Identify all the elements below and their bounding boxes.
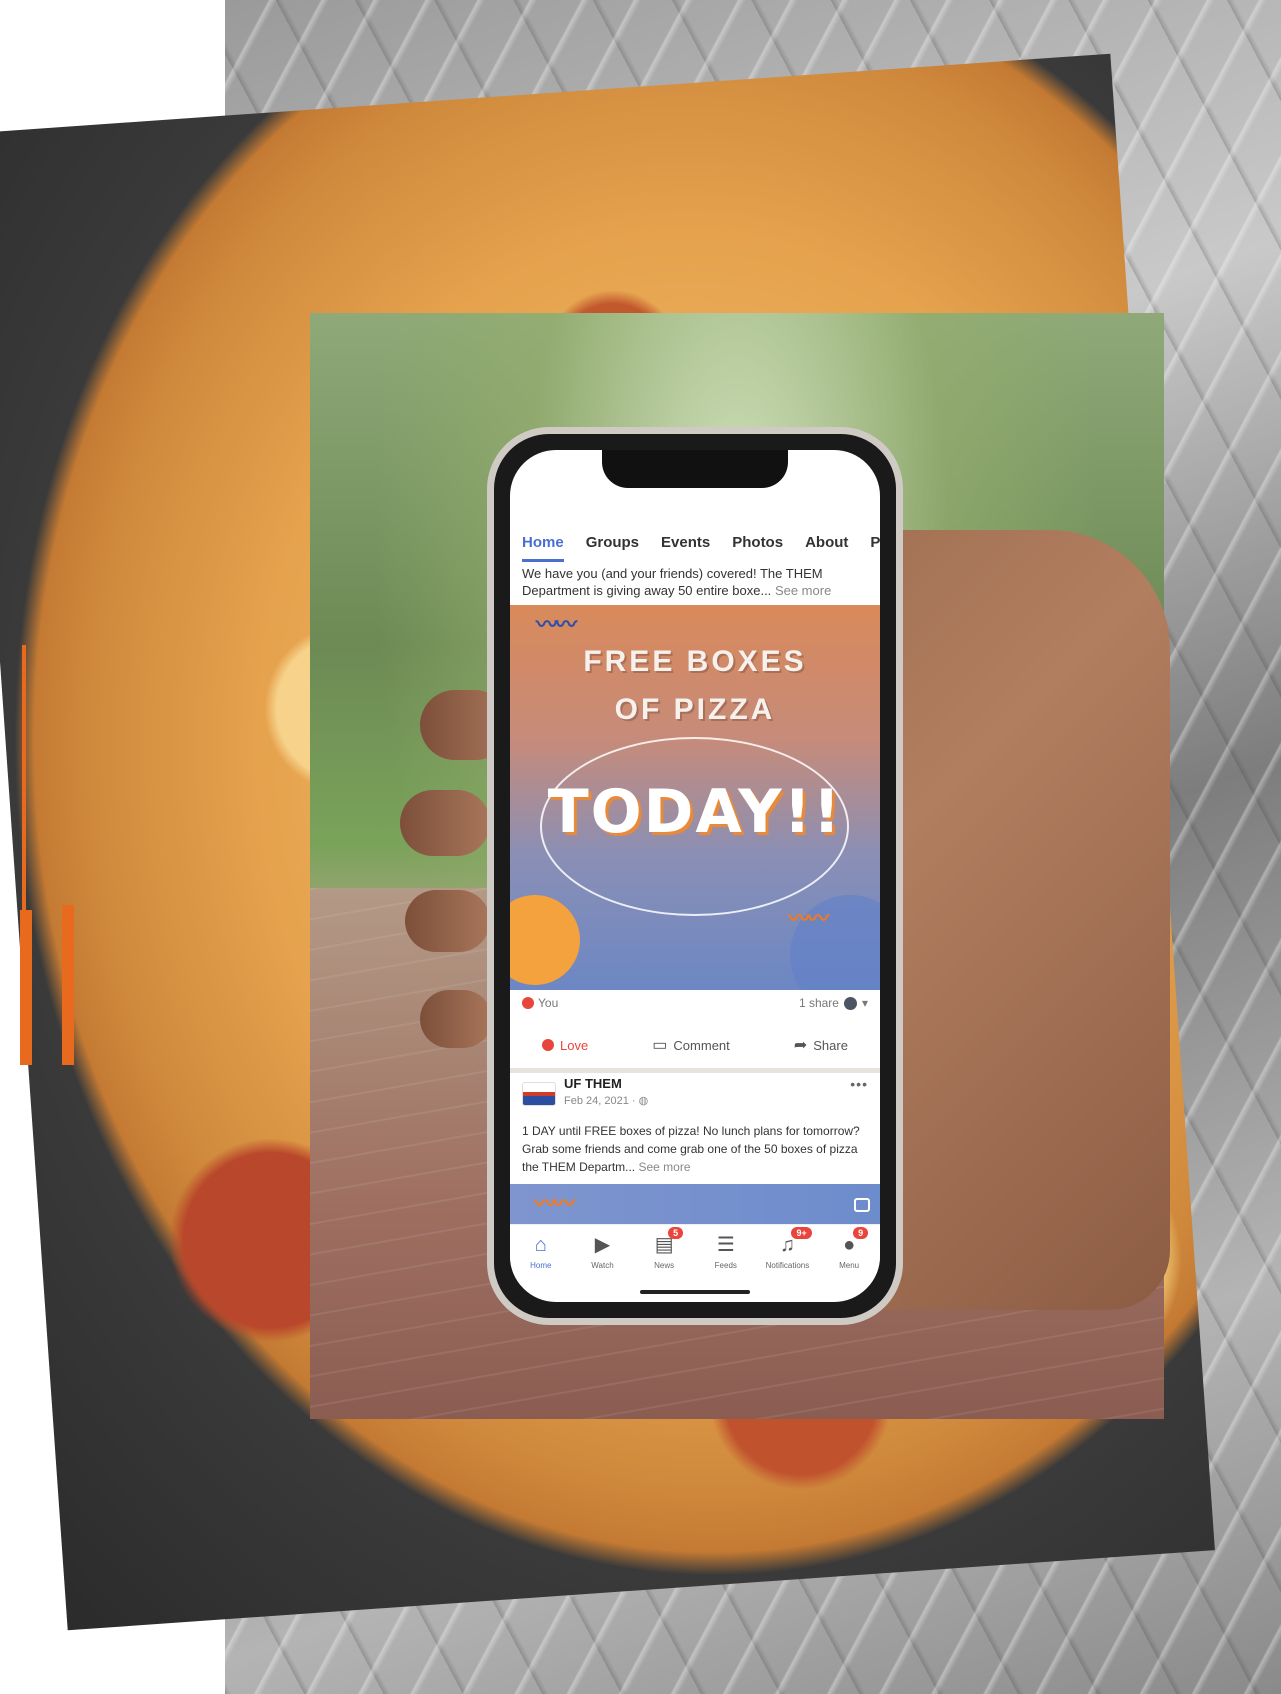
squiggle-decoration: 〰〰	[787, 906, 829, 931]
share-icon: ➦	[793, 1037, 808, 1054]
nav-menu[interactable]: ● 9 Menu	[823, 1225, 875, 1285]
reaction-summary[interactable]: You	[522, 996, 558, 1010]
tab-photos[interactable]: Photos	[732, 534, 783, 562]
nav-label: News	[654, 1261, 675, 1270]
nav-watch[interactable]: ▶ Watch	[576, 1225, 628, 1285]
finger	[405, 890, 490, 952]
globe-icon	[843, 996, 857, 1010]
home-indicator[interactable]	[640, 1290, 750, 1294]
watch-icon: ▶	[594, 1234, 611, 1256]
comment-label: Comment	[673, 1037, 730, 1053]
notification-badge: 9+	[791, 1227, 812, 1239]
post-actions: Love ▭ Comment ➦ Share	[510, 1030, 880, 1073]
nav-news[interactable]: ▤ 5 News	[638, 1225, 690, 1285]
tab-posts[interactable]: Po	[870, 534, 880, 562]
circle-decoration	[510, 895, 580, 985]
globe-icon: ◍	[638, 1095, 649, 1107]
more-options-icon[interactable]: •••	[850, 1076, 868, 1092]
squiggle-decoration: 〰〰	[534, 1191, 575, 1216]
comment-button[interactable]: ▭ Comment	[652, 1030, 729, 1060]
notification-badge: 5	[668, 1227, 684, 1239]
image-today-text: TODAY!!	[547, 777, 843, 847]
tab-about[interactable]: About	[805, 534, 848, 562]
heart-icon	[542, 1039, 555, 1051]
share-count[interactable]: 1 share ▾	[799, 996, 868, 1010]
post-text: 1 DAY until FREE boxes of pizza! No lunc…	[522, 1122, 870, 1176]
notification-badge: 9	[853, 1227, 869, 1239]
reaction-user: You	[538, 996, 559, 1010]
love-button[interactable]: Love	[542, 1030, 588, 1060]
phone-screen: Home Groups Events Photos About Po We ha…	[510, 450, 880, 1302]
page-avatar[interactable]	[522, 1082, 556, 1106]
image-headline-line2: OF PIZZA	[614, 693, 776, 726]
finger	[400, 790, 490, 856]
love-label: Love	[560, 1037, 589, 1053]
smartphone: Home Groups Events Photos About Po We ha…	[487, 427, 903, 1325]
accent-bar-right	[62, 905, 74, 1065]
feeds-icon: ☰	[716, 1234, 735, 1256]
home-icon: ⌂	[534, 1234, 547, 1256]
post-image[interactable]: 〰〰 FREE BOXES OF PIZZA TODAY!! 〰〰	[510, 605, 880, 990]
see-more-link[interactable]: See more	[775, 583, 831, 598]
share-label: Share	[813, 1037, 848, 1053]
post-image[interactable]: 〰〰	[510, 1184, 880, 1224]
accent-bar-left	[20, 910, 32, 1065]
post-date: Feb 24, 2021 · ◍	[564, 1094, 648, 1107]
post-date-text: Feb 24, 2021 ·	[564, 1095, 639, 1107]
finger	[420, 990, 492, 1048]
nav-label: Menu	[839, 1261, 860, 1270]
share-count-label: 1 share	[798, 996, 839, 1010]
post-header: UF THEM Feb 24, 2021 · ◍ •••	[522, 1076, 868, 1116]
image-headline-line1: FREE BOXES	[583, 645, 807, 678]
reactions-bar: You 1 share ▾	[522, 996, 868, 1018]
nav-feeds[interactable]: ☰ Feeds	[700, 1225, 752, 1285]
page-tabs: Home Groups Events Photos About Po	[522, 534, 880, 562]
tab-groups[interactable]: Groups	[586, 534, 639, 562]
phone-notch	[602, 450, 788, 488]
chevron-down-icon: ▾	[861, 996, 868, 1010]
tab-home[interactable]: Home	[522, 534, 564, 562]
post-text: We have you (and your friends) covered! …	[522, 565, 870, 599]
comment-icon: ▭	[652, 1037, 668, 1054]
tab-events[interactable]: Events	[661, 534, 710, 562]
see-more-link[interactable]: See more	[639, 1160, 691, 1174]
picture-in-picture-icon[interactable]	[854, 1198, 870, 1212]
nav-label: Home	[530, 1261, 552, 1270]
heart-icon	[522, 997, 534, 1009]
nav-label: Watch	[591, 1261, 614, 1270]
nav-label: Feeds	[714, 1261, 737, 1270]
squiggle-decoration: 〰〰	[536, 612, 577, 637]
nav-home[interactable]: ⌂ Home	[515, 1225, 567, 1285]
page-name[interactable]: UF THEM	[564, 1076, 622, 1091]
nav-label: Notifications	[765, 1261, 810, 1270]
nav-notifications[interactable]: ♫ 9+ Notifications	[761, 1225, 813, 1285]
bottom-navigation: ⌂ Home ▶ Watch ▤ 5 News ☰ Feeds ♫ 9+ Not…	[510, 1224, 880, 1285]
share-button[interactable]: ➦ Share	[794, 1030, 848, 1060]
